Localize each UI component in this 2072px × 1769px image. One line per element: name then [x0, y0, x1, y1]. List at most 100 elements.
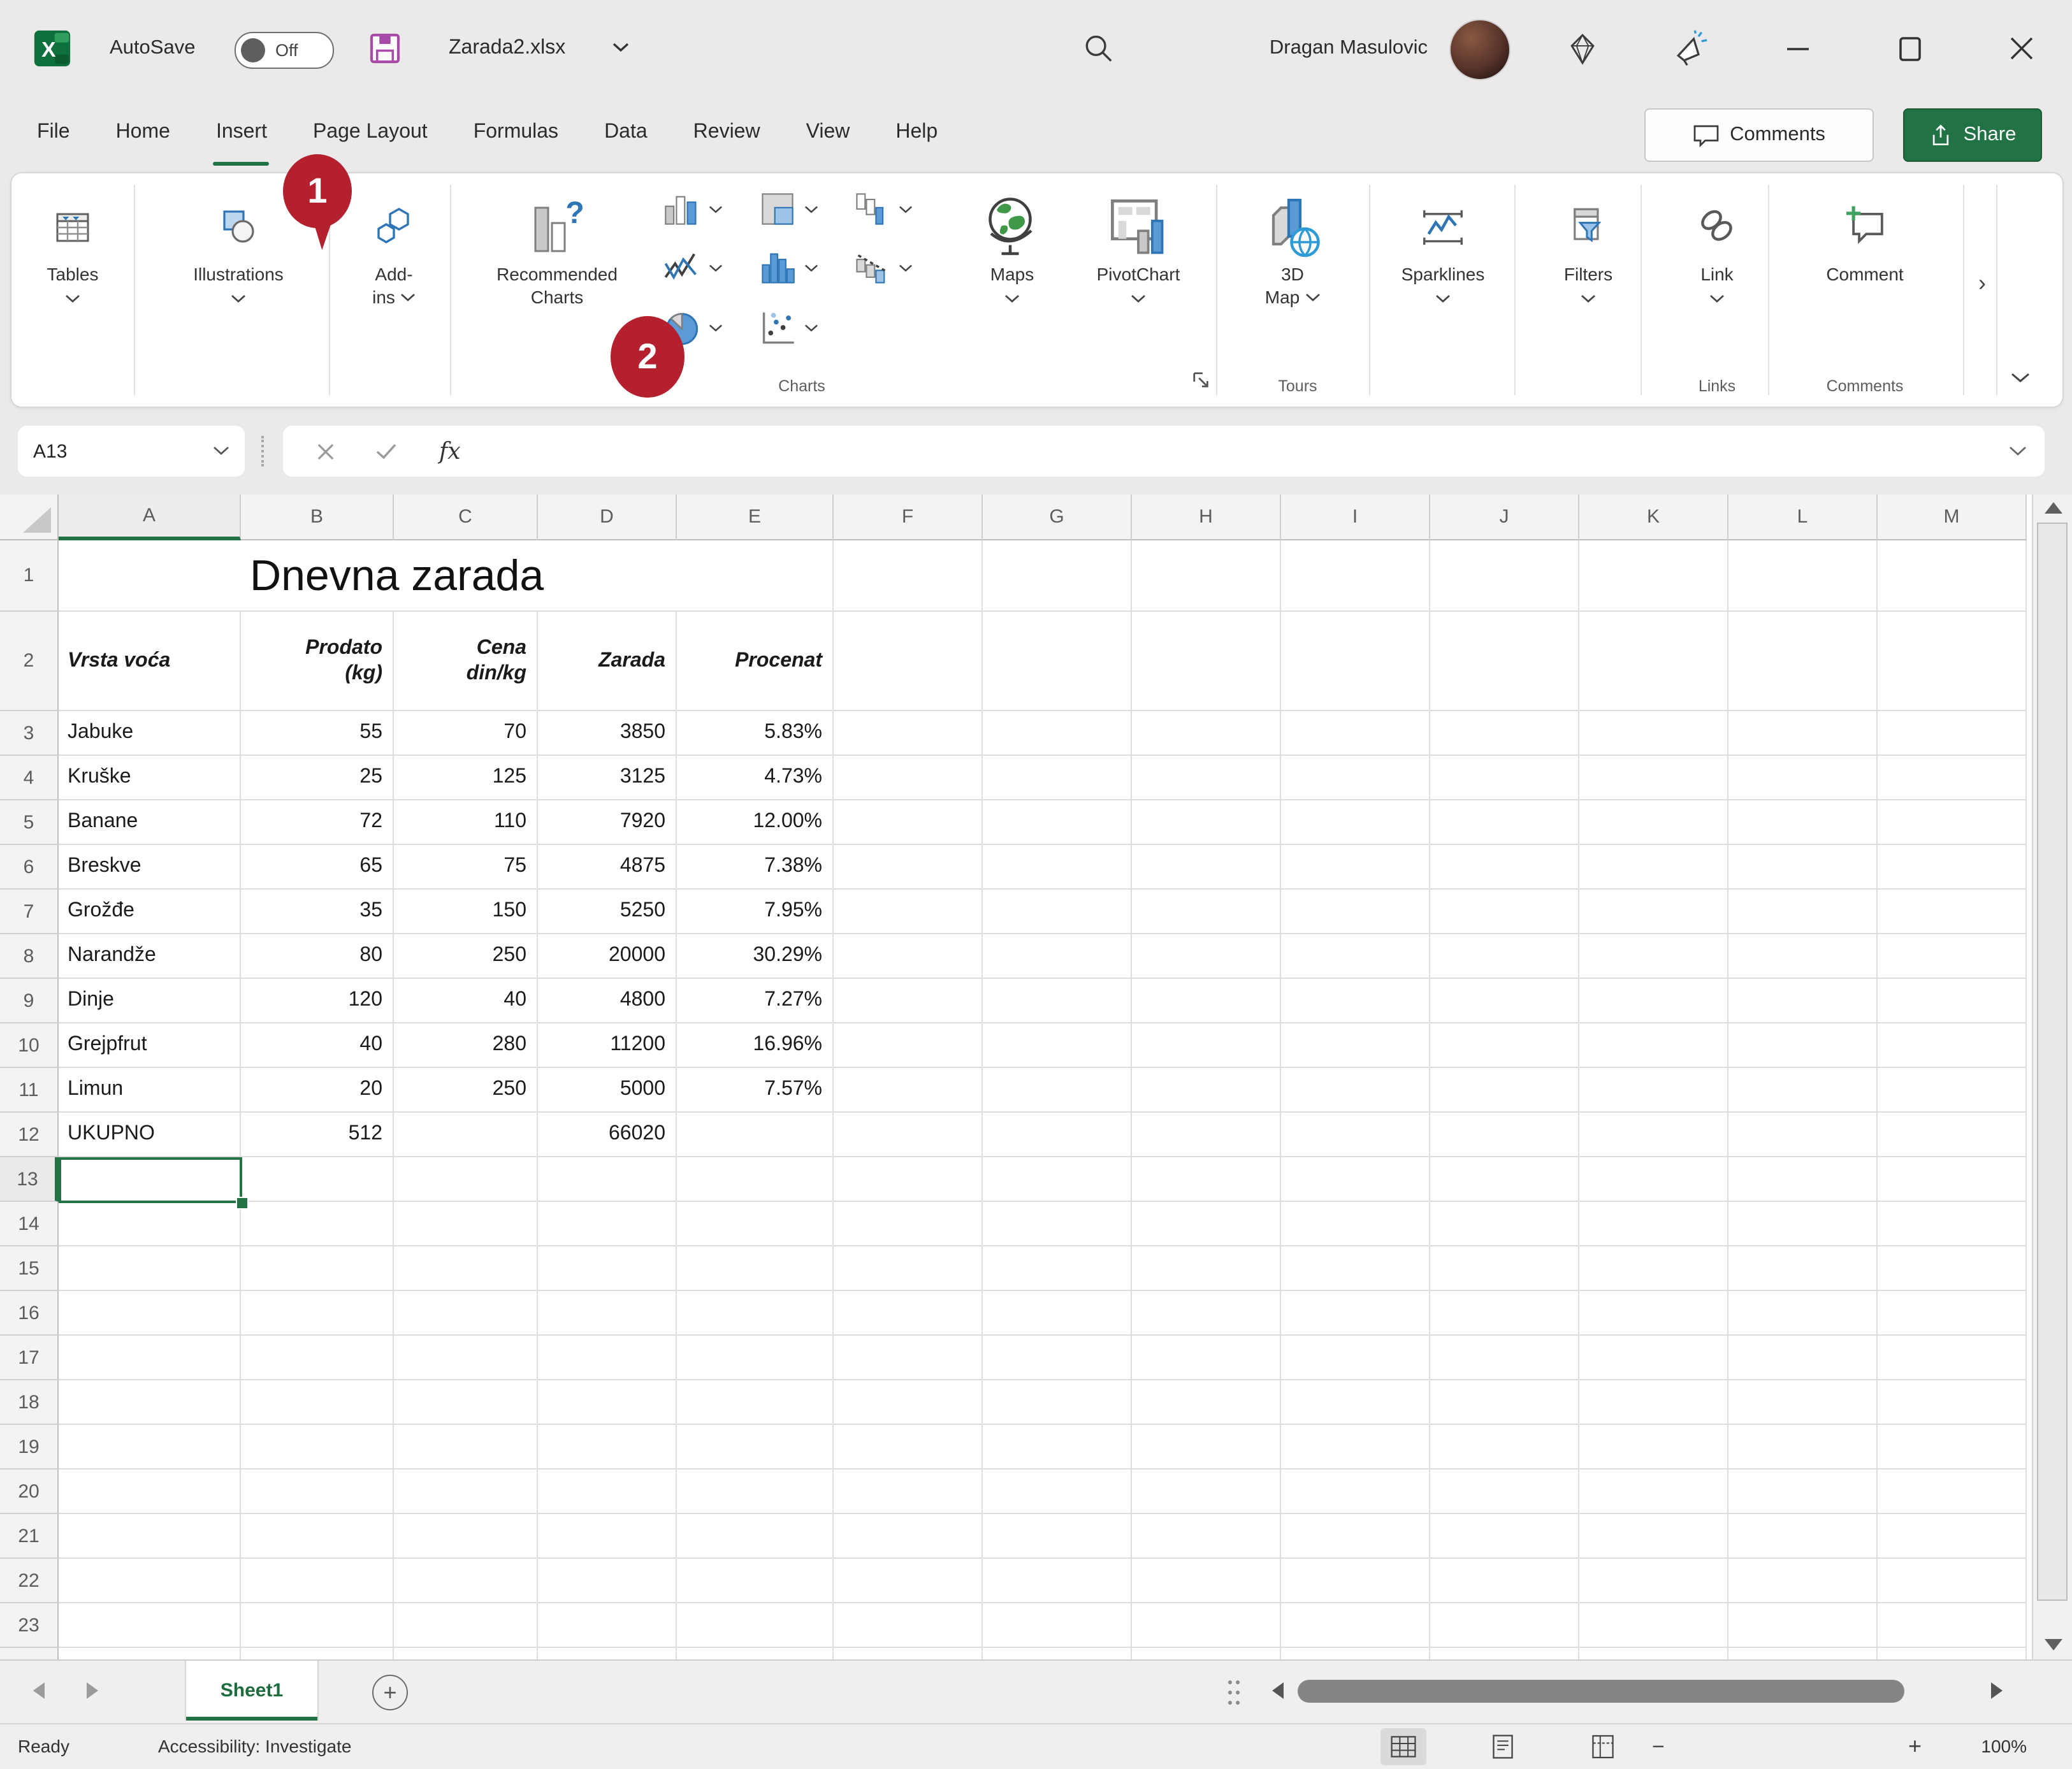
cell-B2[interactable]: Prodato (kg)	[241, 612, 394, 711]
cell-B22[interactable]	[241, 1559, 394, 1603]
cell-I2[interactable]	[1281, 612, 1430, 711]
cell-D9[interactable]: 4800	[538, 979, 677, 1023]
cell-M21[interactable]	[1878, 1514, 2027, 1559]
cell-C18[interactable]	[394, 1380, 538, 1425]
cell-M22[interactable]	[1878, 1559, 2027, 1603]
cell-D11[interactable]: 5000	[538, 1068, 677, 1113]
cell-H8[interactable]	[1132, 934, 1281, 979]
cell-H6[interactable]	[1132, 845, 1281, 890]
row-header-6[interactable]: 6	[0, 845, 59, 890]
cell-J1[interactable]	[1430, 540, 1579, 612]
cell-J2[interactable]	[1430, 612, 1579, 711]
status-mode[interactable]: Ready	[18, 1724, 69, 1769]
cell-D10[interactable]: 11200	[538, 1023, 677, 1068]
cell-A1[interactable]	[59, 540, 241, 612]
cell-A4[interactable]: Kruške	[59, 756, 241, 800]
cell-F24[interactable]	[834, 1648, 983, 1659]
cell-B12[interactable]: 512	[241, 1113, 394, 1157]
cell-D24[interactable]	[538, 1648, 677, 1659]
cell-G15[interactable]	[983, 1246, 1132, 1291]
insert-waterfall-chart-button[interactable]	[853, 190, 913, 228]
cell-A10[interactable]: Grejpfrut	[59, 1023, 241, 1068]
cell-A14[interactable]	[59, 1202, 241, 1246]
cell-F8[interactable]	[834, 934, 983, 979]
cell-B3[interactable]: 55	[241, 711, 394, 756]
cell-G6[interactable]	[983, 845, 1132, 890]
cell-K6[interactable]	[1579, 845, 1728, 890]
cell-H13[interactable]	[1132, 1157, 1281, 1202]
cell-A18[interactable]	[59, 1380, 241, 1425]
row-header-8[interactable]: 8	[0, 934, 59, 979]
cell-C13[interactable]	[394, 1157, 538, 1202]
row-header-12[interactable]: 12	[0, 1113, 59, 1157]
cell-A7[interactable]: Grožđe	[59, 890, 241, 934]
cell-D20[interactable]	[538, 1469, 677, 1514]
cell-M16[interactable]	[1878, 1291, 2027, 1336]
link-button[interactable]: Link	[1671, 180, 1763, 399]
cell-F4[interactable]	[834, 756, 983, 800]
cell-F2[interactable]	[834, 612, 983, 711]
cell-M23[interactable]	[1878, 1603, 2027, 1648]
cell-M18[interactable]	[1878, 1380, 2027, 1425]
cell-F13[interactable]	[834, 1157, 983, 1202]
cell-C2[interactable]: Cena din/kg	[394, 612, 538, 711]
cell-C14[interactable]	[394, 1202, 538, 1246]
illustrations-button[interactable]: Illustrations	[170, 180, 307, 399]
cell-E11[interactable]: 7.57%	[677, 1068, 834, 1113]
hscroll-left-icon[interactable]	[1272, 1682, 1284, 1699]
zoom-in-button[interactable]: +	[1908, 1724, 1922, 1769]
cell-M3[interactable]	[1878, 711, 2027, 756]
cell-K22[interactable]	[1579, 1559, 1728, 1603]
tab-data[interactable]: Data	[604, 97, 648, 170]
charts-dialog-launcher-icon[interactable]	[1192, 371, 1211, 390]
row-header-17[interactable]: 17	[0, 1336, 59, 1380]
cell-F20[interactable]	[834, 1469, 983, 1514]
row-header-18[interactable]: 18	[0, 1380, 59, 1425]
cell-I24[interactable]	[1281, 1648, 1430, 1659]
cell-E17[interactable]	[677, 1336, 834, 1380]
cell-G8[interactable]	[983, 934, 1132, 979]
cell-J6[interactable]	[1430, 845, 1579, 890]
cell-D2[interactable]: Zarada	[538, 612, 677, 711]
cell-G21[interactable]	[983, 1514, 1132, 1559]
accessibility-status[interactable]: Accessibility: Investigate	[158, 1724, 351, 1769]
cell-G3[interactable]	[983, 711, 1132, 756]
next-sheet-icon[interactable]	[87, 1682, 98, 1699]
cell-B4[interactable]: 25	[241, 756, 394, 800]
3d-map-button[interactable]: 3D Map	[1233, 180, 1352, 399]
cell-J19[interactable]	[1430, 1425, 1579, 1469]
premium-diamond-icon[interactable]	[1565, 32, 1600, 66]
column-header-F[interactable]: F	[834, 495, 983, 540]
tab-insert[interactable]: Insert	[216, 97, 267, 170]
cell-K23[interactable]	[1579, 1603, 1728, 1648]
cell-C5[interactable]: 110	[394, 800, 538, 845]
cell-I16[interactable]	[1281, 1291, 1430, 1336]
cell-G16[interactable]	[983, 1291, 1132, 1336]
cell-L18[interactable]	[1728, 1380, 1878, 1425]
cell-D13[interactable]	[538, 1157, 677, 1202]
cell-B19[interactable]	[241, 1425, 394, 1469]
cell-H14[interactable]	[1132, 1202, 1281, 1246]
cell-B9[interactable]: 120	[241, 979, 394, 1023]
cell-J20[interactable]	[1430, 1469, 1579, 1514]
cell-L5[interactable]	[1728, 800, 1878, 845]
cell-A17[interactable]	[59, 1336, 241, 1380]
cell-C20[interactable]	[394, 1469, 538, 1514]
cell-B15[interactable]	[241, 1246, 394, 1291]
row-header-4[interactable]: 4	[0, 756, 59, 800]
cell-B20[interactable]	[241, 1469, 394, 1514]
column-header-G[interactable]: G	[983, 495, 1132, 540]
cell-G4[interactable]	[983, 756, 1132, 800]
cell-I18[interactable]	[1281, 1380, 1430, 1425]
row-header-11[interactable]: 11	[0, 1068, 59, 1113]
cell-I12[interactable]	[1281, 1113, 1430, 1157]
row-header-5[interactable]: 5	[0, 800, 59, 845]
cell-C7[interactable]: 150	[394, 890, 538, 934]
name-box-chevron-icon[interactable]	[213, 446, 229, 456]
tab-file[interactable]: File	[37, 97, 70, 170]
cell-G13[interactable]	[983, 1157, 1132, 1202]
cell-D5[interactable]: 7920	[538, 800, 677, 845]
cell-F23[interactable]	[834, 1603, 983, 1648]
cell-B5[interactable]: 72	[241, 800, 394, 845]
pivotchart-button[interactable]: PivotChart	[1067, 180, 1210, 399]
